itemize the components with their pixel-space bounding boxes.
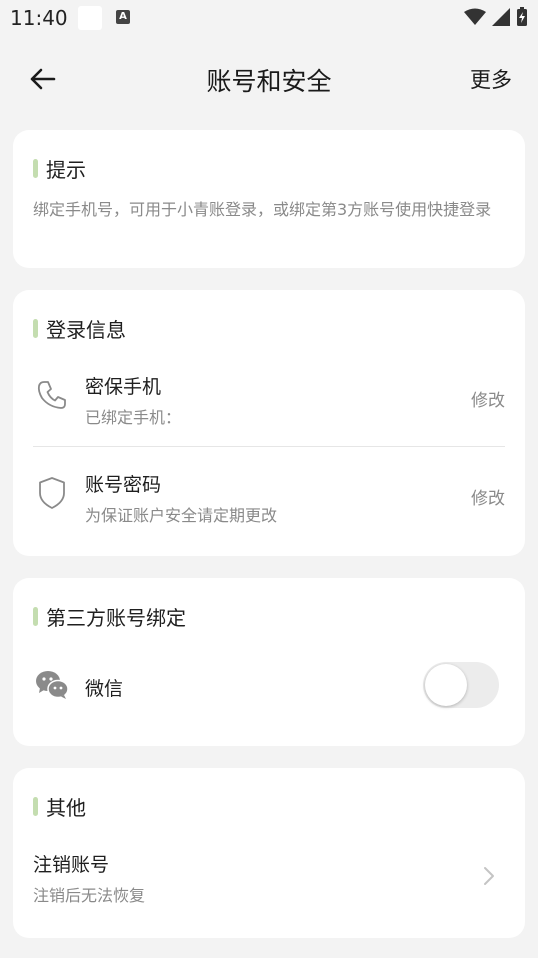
wechat-toggle[interactable] (423, 662, 499, 708)
hint-text: 绑定手机号，可用于小青账登录，或绑定第3方账号使用快捷登录 (33, 200, 492, 219)
row-subtitle: 为保证账户安全请定期更改 (85, 506, 278, 525)
card-title: 登录信息 (46, 318, 126, 342)
login-info-card: 登录信息 密保手机 已绑定手机： 修改 账号密码 为保证账户安全请定期更改 修改 (13, 290, 525, 556)
other-card: 其他 注销账号 注销后无法恢复 (13, 768, 525, 938)
card-title: 提示 (46, 158, 86, 182)
accent-bar (33, 159, 38, 178)
card-header: 第三方账号绑定 (33, 602, 186, 631)
notification-a-icon: A (116, 10, 130, 24)
accent-bar (33, 319, 38, 338)
card-title: 第三方账号绑定 (46, 606, 186, 630)
modify-phone-button[interactable]: 修改 (471, 386, 505, 411)
row-title: 注销账号 (33, 854, 110, 876)
wechat-row: 微信 (13, 656, 525, 716)
card-header: 登录信息 (33, 314, 126, 343)
card-header: 其他 (33, 792, 86, 821)
row-subtitle: 已绑定手机： (85, 408, 182, 427)
accent-bar (33, 797, 38, 816)
wechat-icon (35, 668, 69, 702)
hint-card: 提示 绑定手机号，可用于小青账登录，或绑定第3方账号使用快捷登录 (13, 130, 525, 268)
accent-bar (33, 607, 38, 626)
wifi-icon (464, 8, 486, 25)
status-icons (464, 7, 528, 27)
status-time: 11:40 (10, 6, 68, 30)
card-title: 其他 (46, 796, 86, 820)
security-phone-row[interactable]: 密保手机 已绑定手机： 修改 (13, 362, 525, 442)
row-title: 微信 (85, 678, 124, 700)
signal-icon (492, 8, 510, 26)
third-party-card: 第三方账号绑定 微信 (13, 578, 525, 746)
deactivate-account-row[interactable]: 注销账号 注销后无法恢复 (13, 846, 525, 916)
phone-icon (35, 378, 69, 412)
status-bar: 11:40 A (0, 0, 538, 36)
row-title: 密保手机 (85, 376, 162, 398)
page-title: 账号和安全 (206, 67, 332, 96)
row-subtitle: 注销后无法恢复 (33, 886, 146, 905)
card-header: 提示 (33, 154, 86, 183)
shield-icon (35, 476, 69, 510)
modify-password-button[interactable]: 修改 (471, 484, 505, 509)
more-button[interactable]: 更多 (470, 64, 512, 94)
row-title: 账号密码 (85, 474, 162, 496)
password-row[interactable]: 账号密码 为保证账户安全请定期更改 修改 (13, 460, 525, 540)
divider (33, 446, 505, 447)
chevron-right-icon (484, 867, 494, 885)
battery-icon (517, 7, 527, 26)
notification-icon (78, 6, 102, 30)
toggle-knob (425, 664, 467, 706)
app-bar: 账号和安全 更多 (0, 44, 538, 114)
